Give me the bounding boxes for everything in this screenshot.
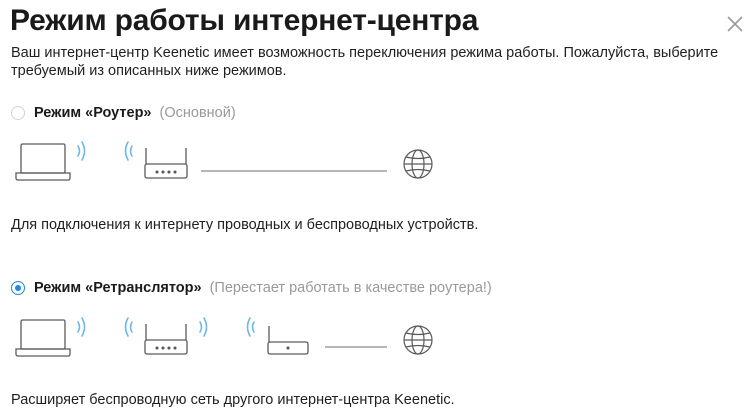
- globe-icon: [403, 149, 433, 179]
- wifi-waves-icon: [246, 317, 255, 337]
- wifi-waves-icon: [124, 141, 133, 161]
- mode-router-label: Режим «Роутер»: [34, 105, 152, 121]
- laptop-icon: [15, 143, 71, 181]
- router-mode-diagram: [15, 141, 433, 181]
- mode-router-note: (Основной): [159, 105, 236, 121]
- wifi-waves-icon: [77, 141, 86, 161]
- globe-icon: [403, 325, 433, 355]
- repeater-mode-diagram: [15, 317, 433, 357]
- close-icon[interactable]: [725, 14, 745, 34]
- main-router-icon: [267, 326, 309, 355]
- wifi-waves-icon: [77, 317, 86, 337]
- mode-repeater-option[interactable]: Режим «Ретранслятор» (Перестает работать…: [11, 278, 492, 298]
- mode-repeater-radio[interactable]: [11, 281, 25, 295]
- router-icon: [144, 148, 188, 179]
- mode-router-option[interactable]: Режим «Роутер» (Основной): [11, 103, 236, 123]
- mode-router-description: Для подключения к интернету проводных и …: [11, 217, 479, 233]
- laptop-icon: [15, 319, 71, 357]
- mode-repeater-description: Расширяет беспроводную сеть другого инте…: [11, 392, 455, 408]
- router-icon: [144, 324, 188, 355]
- page-title: Режим работы интернет-центра: [10, 4, 479, 37]
- mode-repeater-note: (Перестает работать в качестве роутера!): [209, 280, 492, 296]
- mode-router-radio[interactable]: [11, 106, 25, 120]
- mode-repeater-label: Режим «Ретранслятор»: [34, 280, 202, 296]
- wifi-waves-icon: [124, 317, 133, 337]
- dialog-description: Ваш интернет-центр Keenetic имеет возмож…: [11, 45, 719, 79]
- wifi-waves-icon: [199, 317, 208, 337]
